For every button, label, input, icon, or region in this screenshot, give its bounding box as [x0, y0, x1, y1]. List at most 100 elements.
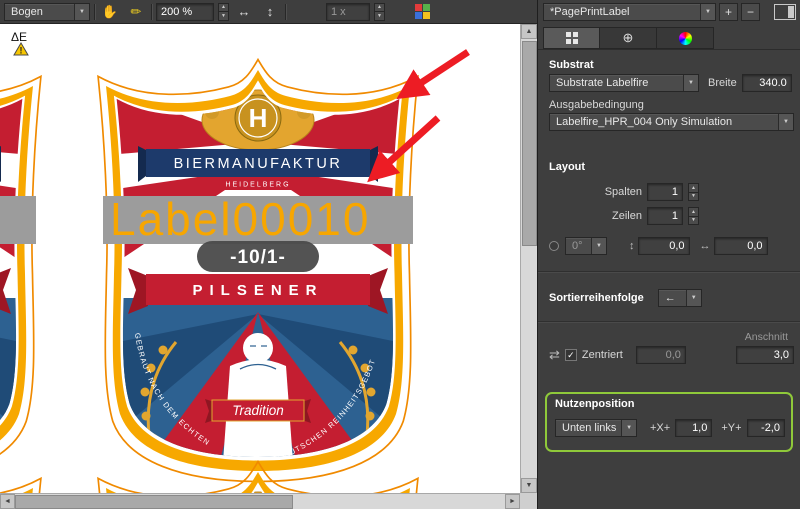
output-condition-dropdown[interactable]: Labelfire_HPR_004 Only Simulation ▼: [549, 113, 794, 131]
y-offset-label: +Y+: [721, 422, 741, 434]
vertical-gap-icon: ↕: [629, 240, 635, 252]
y-offset-field[interactable]: -2,0: [747, 419, 785, 437]
width-field[interactable]: 340.0: [742, 74, 792, 92]
product-text: PILSENER: [192, 282, 323, 299]
sort-order-row: Sortierreihenfolge ← ▼: [549, 289, 794, 307]
minus-icon: −: [747, 5, 754, 19]
spin-up-icon[interactable]: ▲: [219, 4, 228, 12]
preset-dropdown-value: *PagePrintLabel: [544, 6, 636, 18]
columns-field[interactable]: 1: [647, 183, 683, 201]
sort-order-dropdown[interactable]: ← ▼: [658, 289, 702, 307]
zoom-input[interactable]: 200 %: [156, 3, 214, 21]
columns-row: Spalten 1 ▲ ▼: [549, 183, 699, 201]
panel-header: *PagePrintLabel ▼ + −: [543, 3, 796, 21]
toolbar-separator: [151, 4, 152, 20]
chevron-down-icon[interactable]: ▼: [778, 114, 793, 130]
crest-monogram: H: [249, 103, 268, 133]
rows-spinner[interactable]: ▲ ▼: [688, 207, 699, 225]
fit-width-icon: ↔: [238, 4, 251, 19]
bleed-label: Anschnitt: [728, 331, 788, 343]
panel-tabs: ⊕: [543, 27, 714, 49]
fit-width-button[interactable]: ↔: [233, 2, 255, 22]
substrate-dropdown[interactable]: Substrate Labelfire ▼: [549, 74, 699, 92]
vertical-scroll-thumb[interactable]: [522, 41, 537, 246]
repeat-spinner[interactable]: ▲ ▼: [374, 3, 385, 21]
horizontal-gap-field[interactable]: 0,0: [714, 237, 768, 255]
anchor-dropdown[interactable]: Unten links ▼: [555, 419, 637, 437]
columns-label: Spalten: [605, 186, 642, 198]
sheet-dropdown[interactable]: Bogen ▼: [4, 3, 90, 21]
warning-mark: !: [20, 46, 23, 56]
scroll-left-button[interactable]: ◄: [0, 494, 15, 509]
tab-registration[interactable]: ⊕: [600, 27, 657, 49]
spin-up-icon[interactable]: ▲: [375, 4, 384, 12]
chevron-down-icon[interactable]: ▼: [700, 4, 715, 20]
fit-height-icon: ↕: [267, 4, 274, 19]
chevron-down-icon[interactable]: ▼: [686, 290, 701, 306]
spin-down-icon[interactable]: ▼: [689, 192, 698, 201]
delta-e-text: ΔE: [11, 30, 27, 44]
output-condition-label: Ausgabebedingung: [549, 99, 644, 111]
output-condition-row: Labelfire_HPR_004 Only Simulation ▼: [549, 113, 794, 131]
add-preset-button[interactable]: +: [719, 3, 738, 21]
x-offset-field[interactable]: 1,0: [675, 419, 712, 437]
scroll-right-button[interactable]: ►: [505, 494, 520, 509]
toolbar-separator: [94, 4, 95, 20]
rows-field[interactable]: 1: [647, 207, 683, 225]
chevron-down-icon[interactable]: ▼: [74, 4, 89, 20]
spin-down-icon[interactable]: ▼: [375, 11, 384, 20]
spin-down-icon[interactable]: ▼: [219, 11, 228, 20]
remove-preset-button[interactable]: −: [741, 3, 760, 21]
scroll-right-icon: ►: [509, 498, 516, 505]
x-offset-label: +X+: [650, 422, 670, 434]
hand-icon: ✋: [102, 4, 118, 20]
spread-icon: ⇄: [549, 347, 560, 363]
grid-icon: [566, 32, 578, 44]
vertical-gap-field[interactable]: 0,0: [638, 237, 690, 255]
chevron-down-icon[interactable]: ▼: [683, 75, 698, 91]
preset-dropdown[interactable]: *PagePrintLabel ▼: [543, 3, 716, 21]
scroll-down-button[interactable]: ▼: [521, 478, 537, 493]
spin-down-icon[interactable]: ▼: [689, 216, 698, 225]
tab-layout[interactable]: [543, 27, 600, 49]
brand-text: BIERMANUFAKTUR: [174, 156, 343, 172]
substrate-row: Substrate Labelfire ▼ Breite 340.0: [549, 74, 794, 92]
repeat-input[interactable]: 1 x: [326, 3, 370, 21]
count-badge: -10/1-: [197, 241, 319, 272]
angle-dropdown[interactable]: 0° ▼: [565, 237, 607, 255]
spin-up-icon[interactable]: ▲: [689, 184, 698, 192]
color-channels-button[interactable]: [411, 2, 433, 22]
center-offset-field[interactable]: 0,0: [636, 346, 686, 364]
chevron-down-icon[interactable]: ▼: [591, 238, 606, 254]
panel-toggle-icon[interactable]: [774, 4, 796, 20]
rows-label: Zeilen: [612, 210, 642, 222]
substrate-dropdown-value: Substrate Labelfire: [550, 77, 654, 89]
tabs-divider: [538, 49, 800, 50]
substrate-section-title: Substrat: [549, 59, 594, 71]
city-text: HEIDELBERG: [225, 182, 290, 189]
canvas-viewport[interactable]: H BIERMANUFAKTUR HEIDELBERG: [0, 24, 520, 493]
pan-tool-button[interactable]: ✋: [99, 2, 121, 22]
columns-spinner[interactable]: ▲ ▼: [688, 183, 699, 201]
horizontal-scrollbar[interactable]: ◄ ►: [0, 493, 520, 509]
beer-label[interactable]: H BIERMANUFAKTUR HEIDELBERG: [95, 60, 421, 482]
pencil-icon: ✏: [131, 4, 142, 20]
vertical-scrollbar[interactable]: ▲ ▼: [520, 24, 537, 493]
fit-height-button[interactable]: ↕: [259, 2, 281, 22]
horizontal-gap-icon: ↔: [700, 240, 711, 252]
scroll-up-button[interactable]: ▲: [521, 24, 537, 39]
chevron-down-icon[interactable]: ▼: [621, 420, 636, 436]
rotation-radio[interactable]: [549, 241, 559, 251]
page-canvas[interactable]: H BIERMANUFAKTUR HEIDELBERG: [0, 24, 520, 493]
tab-color[interactable]: [657, 27, 714, 49]
spin-up-icon[interactable]: ▲: [689, 208, 698, 216]
scroll-left-icon: ◄: [4, 498, 11, 505]
centered-label: Zentriert: [582, 349, 623, 361]
horizontal-scroll-thumb[interactable]: [15, 495, 293, 509]
zoom-spinner[interactable]: ▲ ▼: [218, 3, 229, 21]
bleed-field[interactable]: 3,0: [736, 346, 794, 364]
centered-checkbox[interactable]: ✓: [565, 349, 577, 361]
edit-tool-button[interactable]: ✏: [125, 2, 147, 22]
width-label: Breite: [708, 77, 737, 89]
rotation-gap-row: 0° ▼ ↕ 0,0 ↔ 0,0: [549, 237, 794, 255]
